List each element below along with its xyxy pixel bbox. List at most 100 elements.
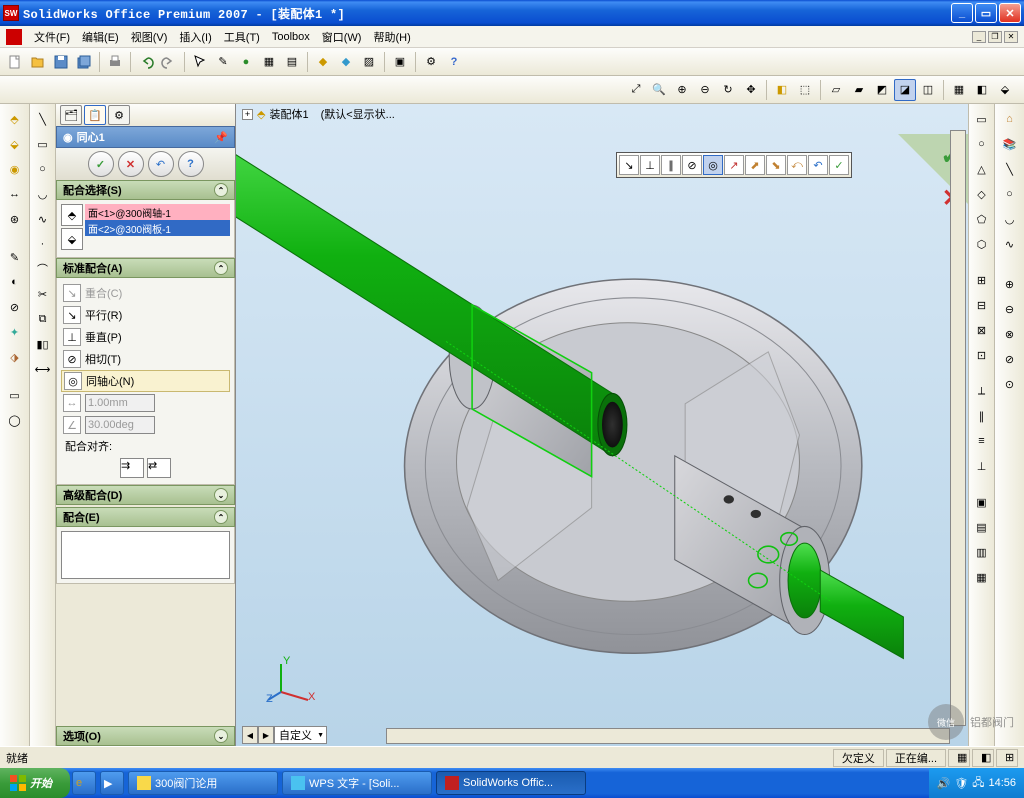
menu-help[interactable]: 帮助(H) [367, 27, 416, 47]
zoom-in-button[interactable]: ⊕ [671, 79, 693, 101]
vertical-scrollbar[interactable] [950, 130, 966, 726]
view-tab-prev[interactable]: ◀ [242, 726, 258, 744]
minimize-button[interactable]: _ [951, 3, 973, 23]
hidden-removed-button[interactable]: ◩ [871, 79, 893, 101]
menu-view[interactable]: 视图(V) [125, 27, 174, 47]
r1-icon-2[interactable]: ○ [971, 133, 993, 155]
breadcrumb-expand-icon[interactable]: + [242, 109, 253, 120]
pm-ok-button[interactable]: ✓ [88, 151, 114, 177]
wireframe-button[interactable]: ▱ [825, 79, 847, 101]
help-button[interactable]: ? [443, 51, 465, 73]
select-button[interactable] [189, 51, 211, 73]
menu-insert[interactable]: 插入(I) [173, 27, 217, 47]
zoom-out-button[interactable]: ⊖ [694, 79, 716, 101]
section-standard-header[interactable]: 标准配合(A) ⌃ [56, 258, 235, 278]
materials-button[interactable]: ◆ [312, 51, 334, 73]
ctx-align-2[interactable]: ⤺ [787, 155, 807, 175]
tab-config-manager[interactable]: ⚙ [108, 105, 130, 125]
circle-tool-icon[interactable]: ○ [32, 158, 54, 180]
spline-tool-icon[interactable]: ∿ [32, 208, 54, 230]
r1-icon-16[interactable]: ▤ [971, 516, 993, 538]
rect-tool-icon[interactable]: ▭ [32, 133, 54, 155]
mate-parallel[interactable]: ↘平行(R) [61, 304, 230, 326]
task-lib-icon[interactable]: ○ [999, 183, 1021, 205]
mate-perpendicular[interactable]: ⊥垂直(P) [61, 326, 230, 348]
tray-icon-1[interactable]: 🔊 [937, 777, 951, 790]
move-comp-icon[interactable]: ↔ [4, 183, 26, 205]
align-opposite-button[interactable]: ⇄ [147, 458, 171, 478]
assembly-icon[interactable]: ⬘ [4, 108, 26, 130]
view-tab-next[interactable]: ▶ [258, 726, 274, 744]
shadow-button[interactable]: ▦ [948, 79, 970, 101]
maximize-button[interactable]: ▭ [975, 3, 997, 23]
ctx-distance[interactable]: ↗ [724, 155, 744, 175]
r2-icon-5[interactable]: ⊙ [999, 373, 1021, 395]
task-home-icon[interactable]: ⌂ [999, 108, 1021, 130]
mate-entity-icon[interactable]: ⬘ [61, 204, 83, 226]
section-button[interactable]: ◧ [971, 79, 993, 101]
mirror-tool-icon[interactable]: ▮▯ [32, 333, 54, 355]
close-button[interactable]: ✕ [999, 3, 1021, 23]
dim-tool-icon[interactable]: ⟷ [32, 358, 54, 380]
section-advanced-header[interactable]: 高级配合(D) ⌄ [56, 485, 235, 505]
undo-button[interactable] [135, 51, 157, 73]
mate-entity-icon-2[interactable]: ⬙ [61, 228, 83, 250]
r2-icon-3[interactable]: ⊗ [999, 323, 1021, 345]
align-same-button[interactable]: ⇉ [120, 458, 144, 478]
standard-views-button[interactable]: ⬚ [794, 79, 816, 101]
r1-icon-7[interactable]: ⊞ [971, 269, 993, 291]
menu-window[interactable]: 窗口(W) [316, 27, 368, 47]
r2-icon-1[interactable]: ⊕ [999, 273, 1021, 295]
sketch-button[interactable]: ✎ [212, 51, 234, 73]
r1-icon-8[interactable]: ⊟ [971, 294, 993, 316]
mdi-restore[interactable]: ❐ [988, 31, 1002, 43]
r1-icon-18[interactable]: ▦ [971, 566, 993, 588]
mate-icon[interactable]: ◉ [4, 158, 26, 180]
task-item-1[interactable]: 300阀门论用 [128, 771, 278, 795]
insert-comp-icon[interactable]: ⬙ [4, 133, 26, 155]
r2-icon-4[interactable]: ⊘ [999, 348, 1021, 370]
status-icon-2[interactable]: ◧ [972, 749, 994, 767]
new-button[interactable] [4, 51, 26, 73]
r1-icon-5[interactable]: ⬠ [971, 208, 993, 230]
task-item-3[interactable]: SolidWorks Offic... [436, 771, 586, 795]
save-button[interactable] [50, 51, 72, 73]
r1-icon-12[interactable]: ∥ [971, 405, 993, 427]
collapse-icon[interactable]: ⌃ [214, 510, 228, 524]
grid-button[interactable]: ▤ [281, 51, 303, 73]
3d-view-button[interactable]: ◧ [771, 79, 793, 101]
redo-button[interactable] [158, 51, 180, 73]
quick-launch-2[interactable]: ▶ [100, 771, 124, 795]
quick-launch-1[interactable]: e [72, 771, 96, 795]
perspective-button[interactable]: ⬙ [994, 79, 1016, 101]
line-tool-icon[interactable]: ╲ [32, 108, 54, 130]
options-button[interactable]: ▦ [258, 51, 280, 73]
r1-icon-13[interactable]: ≡ [971, 430, 993, 452]
point-tool-icon[interactable]: · [32, 233, 54, 255]
ctx-parallel[interactable]: ∥ [661, 155, 681, 175]
pan-button[interactable]: ✥ [740, 79, 762, 101]
shaded-button[interactable]: ◫ [917, 79, 939, 101]
shaded-edges-button[interactable]: ◪ [894, 79, 916, 101]
task-resources-icon[interactable]: 📚 [999, 133, 1021, 155]
task-view-icon[interactable]: ∿ [999, 233, 1021, 255]
ctx-ok[interactable]: ✓ [829, 155, 849, 175]
zoom-fit-button[interactable]: ⤢ [625, 79, 647, 101]
open-button[interactable] [27, 51, 49, 73]
tray-clock[interactable]: 14:56 [988, 777, 1016, 789]
rotate-button[interactable]: ↻ [717, 79, 739, 101]
view-tab-dropdown[interactable]: 自定义 [274, 726, 327, 744]
screen-capture-button[interactable]: ▣ [389, 51, 411, 73]
arc-tool-icon[interactable]: ◡ [32, 183, 54, 205]
rebuild-button[interactable]: ● [235, 51, 257, 73]
save-all-button[interactable] [73, 51, 95, 73]
expand-icon[interactable]: ⌄ [214, 488, 228, 502]
section-entities-header[interactable]: 配合(E) ⌃ [56, 507, 235, 527]
mate-concentric[interactable]: ◎同轴心(N) [61, 370, 230, 392]
texture-button[interactable]: ▨ [358, 51, 380, 73]
ctx-angle[interactable]: ⬈ [745, 155, 765, 175]
mdi-minimize[interactable]: _ [972, 31, 986, 43]
zoom-area-button[interactable]: 🔍 [648, 79, 670, 101]
offset-tool-icon[interactable]: ⧉ [32, 308, 54, 330]
smart-fastener-icon[interactable]: ⊛ [4, 208, 26, 230]
